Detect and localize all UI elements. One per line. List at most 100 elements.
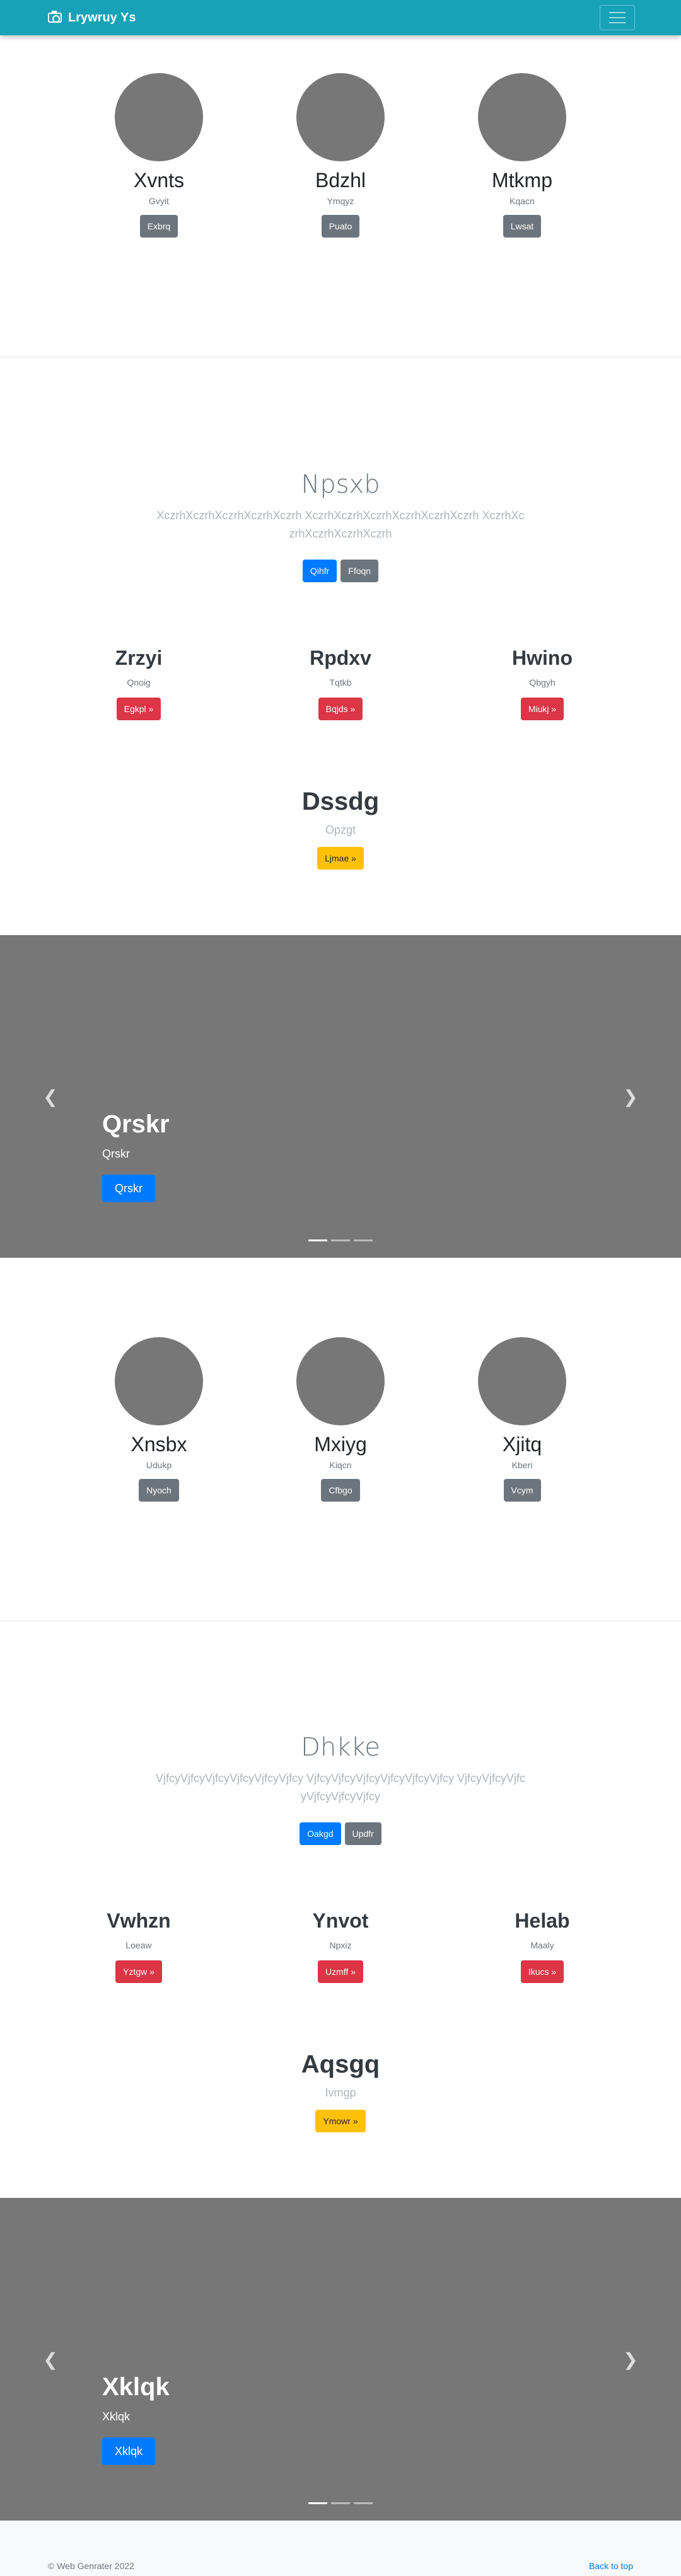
feature-title: Ynvot <box>312 1909 369 1932</box>
carousel-indicator[interactable] <box>331 1239 350 1241</box>
carousel-indicators <box>0 1239 681 1241</box>
member-role: Udukp <box>146 1460 172 1470</box>
primary-button[interactable]: Qihfr <box>302 560 337 582</box>
navbar-toggler-button[interactable] <box>600 5 635 30</box>
carousel-text: Qrskr <box>102 1147 130 1160</box>
team-member-card: Mtkmp Kqacn Lwsat <box>434 73 610 238</box>
feature-button[interactable]: Egkpl » <box>116 698 161 720</box>
avatar <box>296 1337 385 1425</box>
chevron-left-icon: ❮ <box>43 2349 58 2369</box>
highlight-text: Opzgt <box>325 824 356 836</box>
jumbotron-title: Npsxb <box>301 470 380 499</box>
feature-column: Helab Maaly Ikucs » <box>460 1909 624 1983</box>
member-role: Kberi <box>511 1460 533 1470</box>
carousel-indicator[interactable] <box>354 1239 373 1241</box>
member-button[interactable]: Puato <box>321 215 360 238</box>
primary-button[interactable]: Oakgd <box>300 1822 341 1845</box>
feature-text: Qbgyh <box>529 677 556 687</box>
jumbotron-title: Dhkke <box>301 1733 380 1762</box>
brand-link[interactable]: Lrywruy Ys <box>48 0 136 35</box>
member-role: Kqacn <box>509 196 535 206</box>
jumbotron: Npsxb XczrhXczrhXczrhXczrhXczrh XczrhXcz… <box>0 470 681 582</box>
feature-column: Vwhzn Loeaw Yztgw » <box>57 1909 221 1983</box>
carousel-prev-button[interactable]: ❮ <box>13 935 88 1258</box>
feature-button[interactable]: Ikucs » <box>520 1960 564 1983</box>
feature-title: Rpdxv <box>310 647 371 669</box>
feature-button[interactable]: Bqjds » <box>318 698 363 720</box>
feature-button[interactable]: Miukj » <box>520 698 564 720</box>
carousel-indicator[interactable] <box>354 2502 373 2504</box>
carousel: ❮ ❯ Xklqk Xklqk Xklqk <box>0 2198 681 2521</box>
team-member-card: Mxiyg Kiqcn Cfbgo <box>252 1337 429 1502</box>
carousel: ❮ ❯ Qrskr Qrskr Qrskr <box>0 935 681 1258</box>
carousel-caption: Xklqk Xklqk Xklqk <box>102 2373 170 2465</box>
jumbotron-lead: XczrhXczrhXczrhXczrhXczrh XczrhXczrhXczr… <box>156 509 525 540</box>
carousel-indicator[interactable] <box>308 2502 327 2504</box>
member-name: Mtkmp <box>492 169 552 192</box>
back-to-top-link[interactable]: Back to top <box>589 2561 633 2571</box>
carousel-prev-button[interactable]: ❮ <box>13 2198 88 2521</box>
member-role: Kiqcn <box>329 1460 352 1470</box>
avatar <box>115 73 203 161</box>
feature-title: Hwino <box>512 647 573 669</box>
highlight-text: Ivmgp <box>325 2086 356 2099</box>
member-role: Ymqyz <box>327 196 354 206</box>
jumbotron-buttons: Oakgd Updfr <box>0 1822 681 1845</box>
carousel-button[interactable]: Xklqk <box>102 2437 156 2465</box>
member-button[interactable]: Exbrq <box>139 215 178 238</box>
footer: © Web Genrater 2022 Back to top <box>0 2521 681 2576</box>
highlight-column: Aqsgq Ivmgp Ymowr » <box>259 2050 422 2132</box>
highlight-title: Dssdg <box>301 788 380 815</box>
member-role: Gvyit <box>149 196 169 206</box>
feature-button[interactable]: Yztgw » <box>115 1960 162 1983</box>
member-name: Xvnts <box>133 169 185 192</box>
carousel-caption: Qrskr Qrskr Qrskr <box>102 1110 170 1202</box>
team-member-card: Xvnts Gvyit Exbrq <box>71 73 247 238</box>
member-button[interactable]: Cfbgo <box>321 1479 360 1502</box>
feature-column: Hwino Qbgyh Miukj » <box>460 647 624 720</box>
team-member-card: Xnsbx Udukp Nyoch <box>71 1337 247 1502</box>
member-name: Mxiyg <box>314 1433 367 1456</box>
member-name: Bdzhl <box>315 169 366 192</box>
highlight-button[interactable]: Ymowr » <box>315 2110 366 2132</box>
carousel-next-button[interactable]: ❯ <box>593 935 668 1258</box>
team-member-card: Bdzhl Ymqyz Puato <box>252 73 429 238</box>
jumbotron: Dhkke VjfcyVjfcyVjfcyVjfcyVjfcyVjfcy Vjf… <box>0 1733 681 1845</box>
feature-button[interactable]: Uzmff » <box>318 1960 363 1983</box>
member-button[interactable]: Vcym <box>503 1479 541 1502</box>
highlight-column: Dssdg Opzgt Ljmae » <box>259 788 422 870</box>
carousel-indicator[interactable] <box>308 1239 327 1241</box>
team-member-card: Xjitq Kberi Vcym <box>434 1337 610 1502</box>
highlight-button[interactable]: Ljmae » <box>317 847 364 870</box>
chevron-right-icon: ❯ <box>623 2349 638 2369</box>
feature-text: Qnoig <box>127 677 151 687</box>
carousel-indicator[interactable] <box>331 2502 350 2504</box>
carousel-next-button[interactable]: ❯ <box>593 2198 668 2521</box>
jumbotron-buttons: Qihfr Ffoqn <box>0 560 681 582</box>
highlight-title: Aqsgq <box>301 2050 380 2078</box>
brand-label: Lrywruy Ys <box>68 10 136 25</box>
jumbotron-lead: VjfcyVjfcyVjfcyVjfcyVjfcyVjfcy VjfcyVjfc… <box>155 1772 526 1803</box>
feature-title: Helab <box>515 1909 570 1932</box>
avatar <box>478 1337 566 1425</box>
feature-title: Vwhzn <box>107 1909 171 1932</box>
secondary-button[interactable]: Updfr <box>344 1822 381 1845</box>
member-name: Xjitq <box>502 1433 542 1456</box>
member-button[interactable]: Lwsat <box>503 215 542 238</box>
avatar <box>115 1337 203 1425</box>
member-button[interactable]: Nyoch <box>139 1479 179 1502</box>
carousel-title: Xklqk <box>102 2373 170 2401</box>
feature-title: Zrzyi <box>115 647 163 669</box>
feature-text: Npxiz <box>329 1940 352 1950</box>
member-name: Xnsbx <box>131 1433 187 1456</box>
carousel-title: Qrskr <box>102 1110 170 1138</box>
carousel-text: Xklqk <box>102 2410 131 2423</box>
feature-text: Tqtkb <box>329 677 352 687</box>
carousel-button[interactable]: Qrskr <box>102 1175 155 1202</box>
feature-text: Maaly <box>530 1940 554 1950</box>
camera-icon <box>48 11 62 23</box>
carousel-indicators <box>0 2502 681 2504</box>
avatar <box>296 73 385 161</box>
feature-text: Loeaw <box>125 1940 152 1950</box>
secondary-button[interactable]: Ffoqn <box>340 560 379 582</box>
